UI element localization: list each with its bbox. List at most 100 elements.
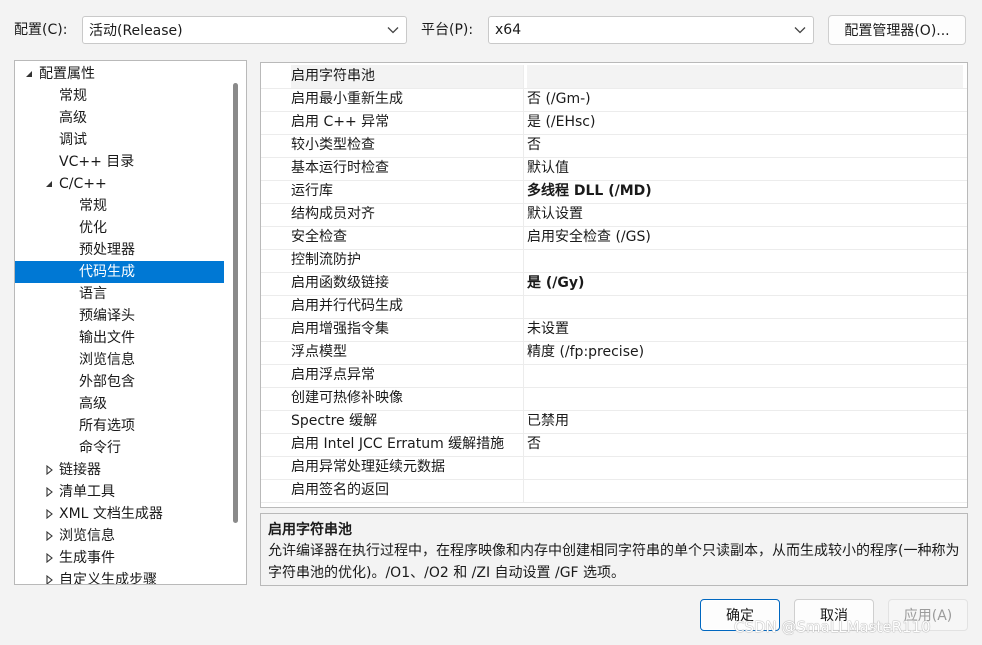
- property-value[interactable]: [527, 479, 963, 502]
- tree-item[interactable]: 配置属性: [15, 63, 224, 85]
- tree-item-label: 配置属性: [39, 66, 95, 82]
- tree-item[interactable]: 命令行: [15, 437, 224, 459]
- property-row[interactable]: 启用 Intel JCC Erratum 缓解措施 否: [261, 433, 967, 457]
- tree-item[interactable]: XML 文档生成器: [15, 503, 224, 525]
- tree-item-label: 预处理器: [79, 242, 135, 258]
- tree-item[interactable]: 浏览信息: [15, 349, 224, 371]
- tree-item[interactable]: 预处理器: [15, 239, 224, 261]
- tree-scrollbar-thumb[interactable]: [233, 83, 238, 523]
- property-row[interactable]: 启用字符串池: [261, 65, 967, 89]
- property-row[interactable]: 运行库 多线程 DLL (/MD): [261, 180, 967, 204]
- property-row[interactable]: 启用函数级链接 是 (/Gy): [261, 272, 967, 296]
- property-value[interactable]: [527, 456, 963, 479]
- property-value[interactable]: 否: [527, 433, 963, 456]
- triangle-collapsed-icon[interactable]: [43, 547, 55, 569]
- tree-item[interactable]: 代码生成: [15, 261, 224, 283]
- tree-item[interactable]: VC++ 目录: [15, 151, 224, 173]
- column-divider: [523, 387, 524, 410]
- property-value[interactable]: 多线程 DLL (/MD): [527, 180, 963, 203]
- property-row[interactable]: 启用最小重新生成 否 (/Gm-): [261, 88, 967, 112]
- column-divider: [523, 203, 524, 226]
- property-row[interactable]: 结构成员对齐 默认设置: [261, 203, 967, 227]
- tree-item[interactable]: 高级: [15, 107, 224, 129]
- tree-item[interactable]: 优化: [15, 217, 224, 239]
- triangle-collapsed-icon[interactable]: [43, 525, 55, 547]
- property-row[interactable]: 安全检查 启用安全检查 (/GS): [261, 226, 967, 250]
- property-value[interactable]: 精度 (/fp:precise): [527, 341, 963, 364]
- property-name: Spectre 缓解: [291, 413, 378, 429]
- config-manager-button[interactable]: 配置管理器(O)...: [828, 15, 966, 45]
- property-name: 基本运行时检查: [291, 160, 389, 176]
- tree-item[interactable]: 外部包含: [15, 371, 224, 393]
- property-row[interactable]: 启用异常处理延续元数据: [261, 456, 967, 480]
- property-row[interactable]: 浮点模型 精度 (/fp:precise): [261, 341, 967, 365]
- property-row[interactable]: 创建可热修补映像: [261, 387, 967, 411]
- property-value[interactable]: [527, 295, 963, 318]
- property-value[interactable]: 是 (/EHsc): [527, 111, 963, 134]
- tree-item[interactable]: 所有选项: [15, 415, 224, 437]
- property-value[interactable]: [527, 364, 963, 387]
- tree-item[interactable]: C/C++: [15, 173, 224, 195]
- column-divider: [523, 364, 524, 387]
- property-row[interactable]: 启用浮点异常: [261, 364, 967, 388]
- tree-item-label: 预编译头: [79, 308, 135, 324]
- property-row[interactable]: 启用签名的返回: [261, 479, 967, 503]
- tree-item-label: VC++ 目录: [59, 154, 135, 170]
- triangle-collapsed-icon[interactable]: [43, 569, 55, 584]
- tree-item[interactable]: 常规: [15, 195, 224, 217]
- tree-item[interactable]: 调试: [15, 129, 224, 151]
- tree-item[interactable]: 生成事件: [15, 547, 224, 569]
- property-row[interactable]: 基本运行时检查 默认值: [261, 157, 967, 181]
- property-row[interactable]: 启用并行代码生成: [261, 295, 967, 319]
- tree-item[interactable]: 自定义生成步骤: [15, 569, 224, 584]
- property-row[interactable]: 较小类型检查 否: [261, 134, 967, 158]
- tree-item[interactable]: 常规: [15, 85, 224, 107]
- platform-dropdown-value: x64: [495, 22, 522, 38]
- tree-item-label: 浏览信息: [79, 352, 135, 368]
- property-name: 启用最小重新生成: [291, 91, 403, 107]
- property-row[interactable]: Spectre 缓解 已禁用: [261, 410, 967, 434]
- property-value[interactable]: 启用安全检查 (/GS): [527, 226, 963, 249]
- triangle-collapsed-icon[interactable]: [43, 503, 55, 525]
- platform-dropdown[interactable]: x64: [488, 16, 814, 44]
- triangle-expanded-icon[interactable]: [43, 173, 55, 195]
- property-row[interactable]: 控制流防护: [261, 249, 967, 273]
- property-value[interactable]: [527, 387, 963, 410]
- property-row[interactable]: 启用 C++ 异常 是 (/EHsc): [261, 111, 967, 135]
- triangle-collapsed-icon[interactable]: [43, 459, 55, 481]
- property-value[interactable]: [527, 249, 963, 272]
- tree-item[interactable]: 输出文件: [15, 327, 224, 349]
- column-divider: [523, 65, 524, 88]
- column-divider: [523, 433, 524, 456]
- tree-item[interactable]: 预编译头: [15, 305, 224, 327]
- tree-item[interactable]: 浏览信息: [15, 525, 224, 547]
- property-value[interactable]: [527, 65, 963, 88]
- property-value[interactable]: 否 (/Gm-): [527, 88, 963, 111]
- tree-item-label: 优化: [79, 220, 107, 236]
- tree-item[interactable]: 高级: [15, 393, 224, 415]
- property-name: 启用字符串池: [291, 65, 523, 88]
- tree-scrollbar[interactable]: [226, 63, 244, 582]
- property-value[interactable]: 否: [527, 134, 963, 157]
- property-value[interactable]: 默认设置: [527, 203, 963, 226]
- tree-item[interactable]: 清单工具: [15, 481, 224, 503]
- tree-item-label: 高级: [79, 396, 107, 412]
- property-name: 浮点模型: [291, 344, 347, 360]
- tree-item[interactable]: 语言: [15, 283, 224, 305]
- property-grid[interactable]: 启用字符串池启用最小重新生成 否 (/Gm-) 启用 C++ 异常 是 (/EHsc)…: [260, 62, 968, 508]
- property-value[interactable]: 是 (/Gy): [527, 272, 963, 295]
- tree-item[interactable]: 链接器: [15, 459, 224, 481]
- property-value[interactable]: 默认值: [527, 157, 963, 180]
- property-value[interactable]: 未设置: [527, 318, 963, 341]
- tree-item-label: 外部包含: [79, 374, 135, 390]
- property-row[interactable]: 启用增强指令集 未设置: [261, 318, 967, 342]
- tree-item-label: 常规: [79, 198, 107, 214]
- config-dropdown[interactable]: 活动(Release): [82, 16, 407, 44]
- property-value[interactable]: 已禁用: [527, 410, 963, 433]
- property-tree[interactable]: 配置属性 常规 高级 调试 VC++ 目录 C/C++ 常规 优化 预处理器 代码生成 语言 预编译头…: [14, 60, 247, 585]
- watermark: CSDN @SmaLLMasteR110: [734, 618, 931, 636]
- triangle-collapsed-icon[interactable]: [43, 481, 55, 503]
- column-divider: [523, 134, 524, 157]
- column-divider: [523, 249, 524, 272]
- triangle-expanded-icon[interactable]: [23, 63, 35, 85]
